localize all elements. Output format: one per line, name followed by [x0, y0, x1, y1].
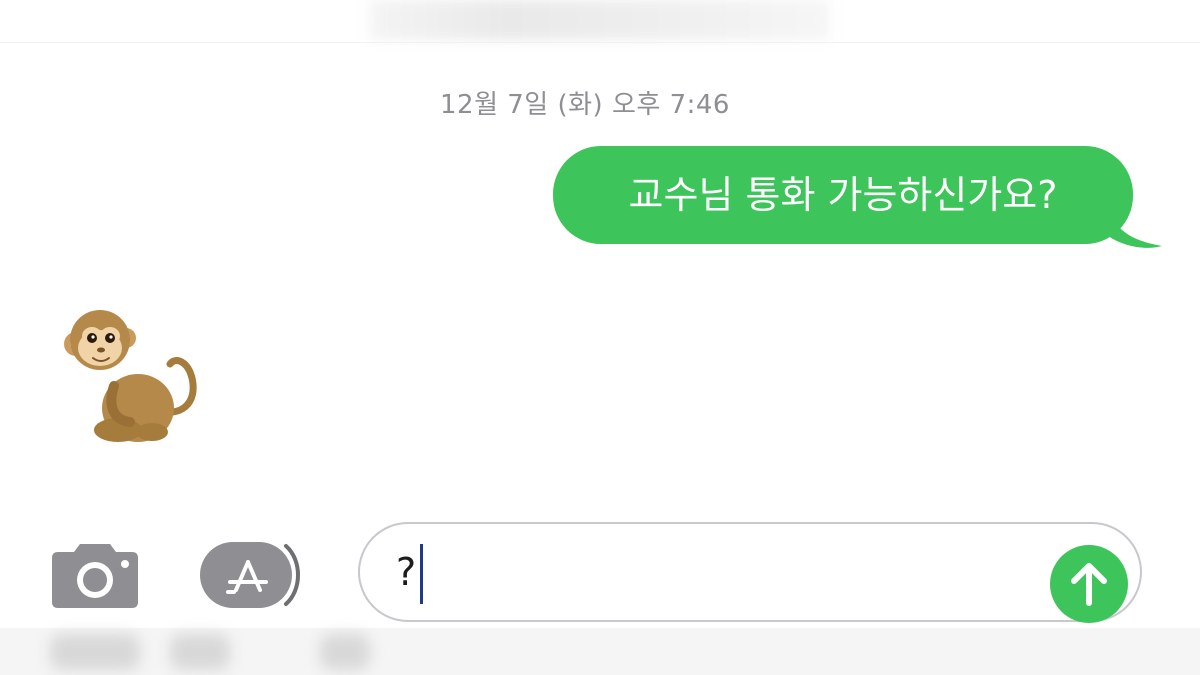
bubble-tail: [1108, 206, 1162, 248]
blurred-key: [170, 634, 230, 670]
app-store-icon[interactable]: [198, 540, 310, 610]
arrow-up-icon: [1071, 563, 1107, 606]
message-timestamp: 12월 7일 (화) 오후 7:46: [440, 90, 730, 120]
monkey-emoji-icon[interactable]: [60, 300, 210, 450]
header-blurred: [370, 0, 830, 40]
send-button[interactable]: [1050, 545, 1128, 623]
camera-icon[interactable]: [50, 538, 140, 608]
blurred-key: [50, 634, 140, 670]
text-caret: [420, 544, 423, 604]
outgoing-message-bubble[interactable]: 교수님 통화 가능하신가요?: [553, 146, 1133, 244]
messages-screen: 12월 7일 (화) 오후 7:46 교수님 통화 가능하신가요? ?: [0, 0, 1200, 675]
message-input-value: ?: [396, 550, 417, 594]
message-input[interactable]: ?: [358, 522, 1142, 623]
header-divider: [0, 42, 1200, 43]
blurred-key: [320, 634, 370, 670]
